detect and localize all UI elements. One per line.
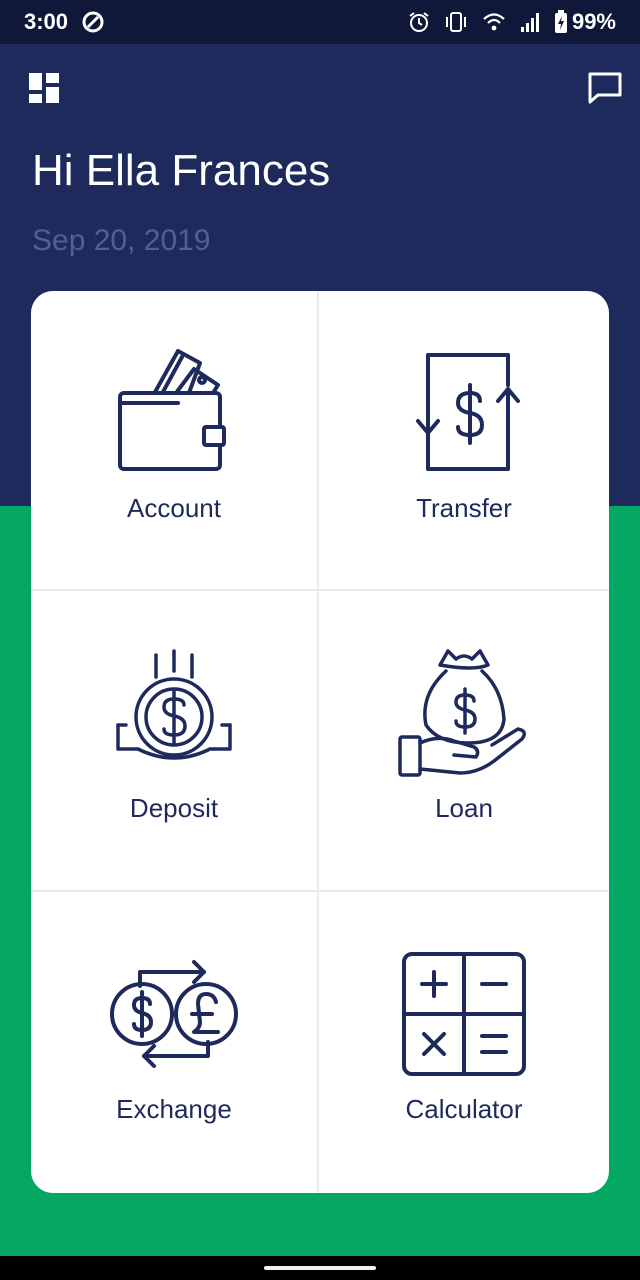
tile-transfer[interactable]: Transfer xyxy=(319,291,609,591)
menu-card: Account Transfer Deposit Loan Exchange C… xyxy=(31,291,609,1193)
tile-account-label: Account xyxy=(127,493,221,523)
tile-exchange-label: Exchange xyxy=(116,1094,232,1124)
battery-percent: 99% xyxy=(571,9,616,34)
exchange-icon xyxy=(110,960,238,1068)
tile-loan[interactable]: Loan xyxy=(319,591,609,892)
tile-transfer-label: Transfer xyxy=(416,493,512,523)
wifi-icon xyxy=(482,11,506,33)
greeting-title: Hi Ella Frances xyxy=(32,146,331,195)
system-nav-bar xyxy=(0,1256,640,1280)
dashboard-icon[interactable] xyxy=(28,72,60,104)
signal-icon xyxy=(520,11,540,33)
tile-deposit[interactable]: Deposit xyxy=(31,591,319,892)
tile-exchange[interactable]: Exchange xyxy=(31,892,319,1193)
home-gesture-handle[interactable] xyxy=(264,1266,376,1270)
tile-account[interactable]: Account xyxy=(31,291,319,591)
deposit-icon xyxy=(116,649,232,760)
battery-charging-icon xyxy=(554,10,568,34)
transfer-icon xyxy=(416,353,520,471)
data-saver-icon xyxy=(82,11,104,33)
tile-loan-label: Loan xyxy=(435,793,493,823)
wallet-icon xyxy=(118,349,226,471)
vibrate-icon xyxy=(444,11,468,33)
tile-calculator-label: Calculator xyxy=(405,1094,523,1124)
loan-icon xyxy=(398,649,526,777)
status-time: 3:00 xyxy=(24,9,69,34)
calculator-icon xyxy=(402,952,526,1076)
chat-bubble-icon[interactable] xyxy=(586,70,624,106)
alarm-icon xyxy=(408,11,430,33)
current-date: Sep 20, 2019 xyxy=(32,224,211,257)
status-bar: 3:00 99% xyxy=(0,0,640,44)
tile-deposit-label: Deposit xyxy=(129,793,219,823)
tile-calculator[interactable]: Calculator xyxy=(319,892,609,1193)
